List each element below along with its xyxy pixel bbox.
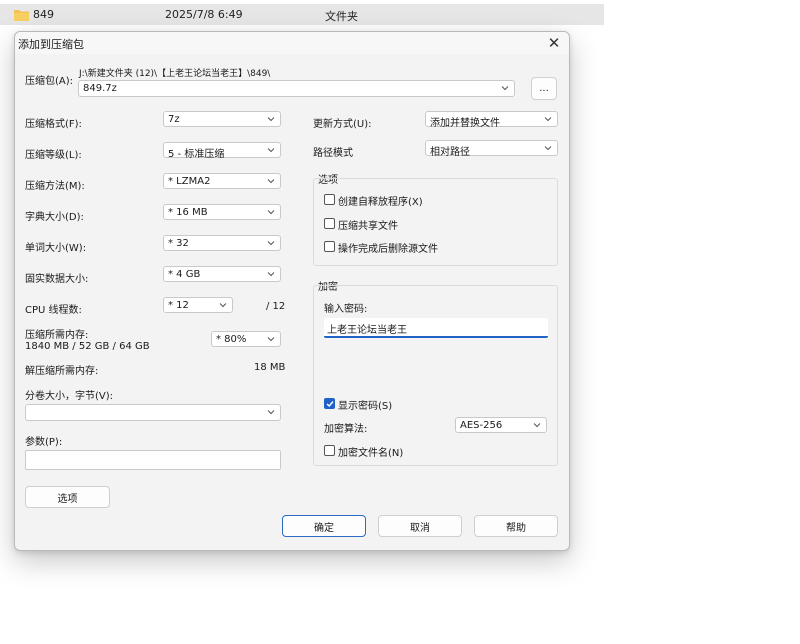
level-value: 5 - 标准压缩 [168, 149, 225, 160]
encryption-group: 输入密码: 上老王论坛当老王 显示密码(S) 加密算法: AES-256 加密文… [313, 285, 558, 466]
options-button[interactable]: 选项 [25, 486, 110, 508]
memory-label: 压缩所需内存: [25, 330, 89, 341]
word-size-label: 单词大小(W): [25, 243, 87, 254]
split-size-label: 分卷大小，字节(V): [25, 391, 114, 402]
encrypt-filenames-label: 加密文件名(N) [338, 448, 404, 459]
cpu-threads-total: / 12 [266, 301, 286, 312]
dialog-title-bar[interactable]: 添加到压缩包 ✕ [15, 32, 569, 54]
path-mode-label: 路径模式 [313, 148, 353, 159]
chevron-down-icon [267, 148, 275, 153]
chevron-down-icon [267, 241, 275, 246]
chevron-down-icon [267, 117, 275, 122]
browse-button[interactable]: ... [531, 77, 557, 100]
chevron-down-icon [267, 179, 275, 184]
dict-size-value: * 16 MB [168, 207, 208, 218]
options-group: 创建自释放程序(X) 压缩共享文件 操作完成后删除源文件 [313, 178, 558, 266]
explorer-file-type: 文件夹 [325, 10, 358, 23]
chevron-down-icon [267, 337, 275, 342]
path-mode-value: 相对路径 [430, 147, 470, 158]
explorer-file-name: 849 [33, 8, 54, 21]
chevron-down-icon [544, 146, 552, 151]
cancel-button-label: 取消 [410, 522, 430, 534]
shared-files-checkbox[interactable] [324, 218, 335, 229]
memory-usage-value: * 80% [216, 334, 247, 345]
password-input[interactable]: 上老王论坛当老王 [324, 318, 548, 338]
archive-label: 压缩包(A): [25, 76, 74, 87]
method-label: 压缩方法(M): [25, 181, 85, 192]
shared-files-label: 压缩共享文件 [338, 221, 398, 232]
cpu-threads-select[interactable]: * 12 [163, 297, 233, 313]
method-value: * LZMA2 [168, 176, 211, 187]
cpu-threads-label: CPU 线程数: [25, 305, 82, 316]
delete-after-label: 操作完成后删除源文件 [338, 244, 438, 255]
parameters-input[interactable] [25, 450, 281, 470]
dict-size-select[interactable]: * 16 MB [163, 204, 281, 220]
word-size-select[interactable]: * 32 [163, 235, 281, 251]
chevron-down-icon [501, 86, 509, 91]
dialog-title: 添加到压缩包 [18, 38, 84, 51]
ok-button[interactable]: 确定 [282, 515, 366, 537]
close-icon: ✕ [547, 34, 561, 52]
cancel-button[interactable]: 取消 [378, 515, 462, 537]
password-label: 输入密码: [324, 304, 368, 315]
decompress-memory-value: 18 MB [254, 362, 286, 373]
decompress-memory-label: 解压缩所需内存: [25, 366, 99, 377]
show-password-checkbox[interactable] [324, 398, 335, 409]
format-value: 7z [168, 114, 180, 125]
password-value: 上老王论坛当老王 [327, 325, 407, 336]
close-button[interactable]: ✕ [539, 32, 569, 54]
level-select[interactable]: 5 - 标准压缩 [163, 142, 281, 160]
format-label: 压缩格式(F): [25, 119, 82, 130]
split-size-combo[interactable] [25, 404, 281, 421]
show-password-label: 显示密码(S) [338, 401, 393, 412]
format-select[interactable]: 7z [163, 111, 281, 127]
sfx-label: 创建自释放程序(X) [338, 197, 423, 208]
encryption-method-select[interactable]: AES-256 [455, 417, 547, 433]
update-mode-label: 更新方式(U): [313, 119, 372, 130]
encrypt-filenames-checkbox[interactable] [324, 445, 335, 456]
memory-detail: 1840 MB / 52 GB / 64 GB [25, 341, 150, 352]
folder-icon [14, 10, 29, 21]
browse-button-label: ... [539, 83, 549, 94]
level-label: 压缩等级(L): [25, 150, 82, 161]
explorer-file-row[interactable]: 849 2025/7/8 6:49 文件夹 [0, 4, 604, 25]
help-button-label: 帮助 [506, 522, 526, 534]
chevron-down-icon [267, 210, 275, 215]
checkmark-icon [326, 401, 334, 408]
explorer-file-date: 2025/7/8 6:49 [165, 8, 243, 21]
path-mode-select[interactable]: 相对路径 [425, 140, 558, 158]
chevron-down-icon [219, 303, 227, 308]
dict-size-label: 字典大小(D): [25, 212, 84, 223]
options-button-label: 选项 [57, 493, 78, 505]
encryption-method-label: 加密算法: [324, 424, 368, 435]
memory-usage-select[interactable]: * 80% [211, 331, 281, 347]
parameters-label: 参数(P): [25, 437, 63, 448]
ok-button-label: 确定 [314, 522, 334, 534]
chevron-down-icon [267, 272, 275, 277]
add-to-archive-dialog: 添加到压缩包 ✕ 压缩包(A): J:\新建文件夹 (12)\【上老王论坛当老王… [14, 31, 570, 551]
archive-name-value: 849.7z [83, 83, 117, 94]
method-select[interactable]: * LZMA2 [163, 173, 281, 189]
cpu-threads-value: * 12 [168, 300, 189, 311]
sfx-checkbox[interactable] [324, 194, 335, 205]
encryption-method-value: AES-256 [460, 420, 503, 431]
chevron-down-icon [544, 117, 552, 122]
solid-size-select[interactable]: * 4 GB [163, 266, 281, 282]
chevron-down-icon [533, 423, 541, 428]
chevron-down-icon [267, 410, 275, 415]
archive-path: J:\新建文件夹 (12)\【上老王论坛当老王】\849\ [79, 69, 271, 79]
delete-after-checkbox[interactable] [324, 241, 335, 252]
solid-size-value: * 4 GB [168, 269, 201, 280]
word-size-value: * 32 [168, 238, 189, 249]
archive-name-combo[interactable]: 849.7z [78, 80, 515, 97]
update-mode-value: 添加并替换文件 [430, 118, 500, 129]
solid-size-label: 固实数据大小: [25, 274, 89, 285]
help-button[interactable]: 帮助 [474, 515, 558, 537]
update-mode-select[interactable]: 添加并替换文件 [425, 111, 558, 129]
